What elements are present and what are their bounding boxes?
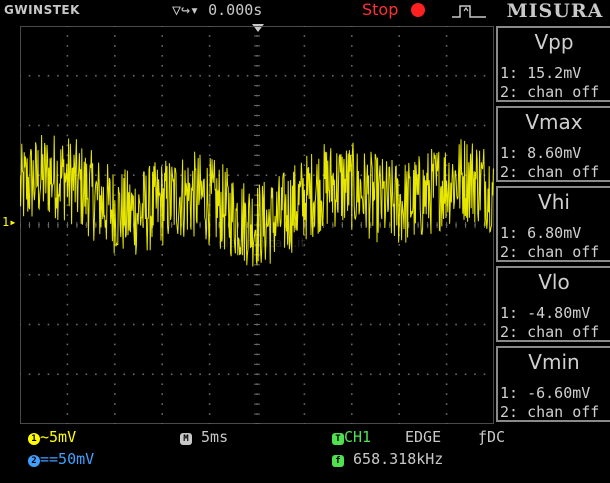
measure-box-vpp[interactable]: Vpp 1: 15.2mV 2: chan off — [496, 26, 610, 102]
measure-name: Vlo — [538, 270, 570, 294]
menu-title: MISURA — [506, 0, 604, 22]
ch2-badge-icon: 2 — [28, 455, 40, 467]
measure-ch1-value: 1: -6.60mV — [500, 384, 591, 402]
brand-logo: GWINSTEK — [4, 3, 80, 17]
measure-ch2-value: 2: chan off — [500, 163, 600, 181]
trigger-edge-icon — [452, 5, 486, 18]
trigger-type[interactable]: EDGE — [405, 428, 441, 446]
frequency-badge-icon: f — [332, 455, 344, 467]
measure-name: Vmax — [525, 110, 583, 134]
measure-ch1-value: 1: 15.2mV — [500, 64, 582, 82]
measure-ch2-value: 2: chan off — [500, 323, 600, 341]
top-status-bar: GWINSTEK ▽↪▾ 0.000s Stop MISURA — [0, 0, 610, 22]
measure-ch2-value: 2: chan off — [500, 243, 600, 261]
measure-box-vmin[interactable]: Vmin 1: -6.60mV 2: chan off — [496, 346, 610, 422]
timebase-badge-icon: M — [180, 433, 192, 445]
timebase-value: 5ms — [201, 428, 229, 446]
measure-name: Vpp — [534, 30, 574, 54]
watermark: elettronicain.it — [218, 236, 306, 250]
measurement-side-panel: Vpp 1: 15.2mV 2: chan off Vmax 1: 8.60mV… — [496, 24, 610, 426]
measure-box-vmax[interactable]: Vmax 1: 8.60mV 2: chan off — [496, 106, 610, 182]
measure-ch2-value: 2: chan off — [500, 83, 600, 101]
measure-box-vhi[interactable]: Vhi 1: 6.80mV 2: chan off — [496, 186, 610, 262]
ch1-ground-marker[interactable]: 1▸ — [2, 215, 16, 229]
stop-indicator-icon — [411, 3, 425, 17]
frequency-readout: f 658.318kHz — [332, 450, 443, 468]
bottom-status-bar: 1 ~5mV 2 ==50mV M 5ms T CH1 EDGE ƒDC f 658.… — [0, 426, 610, 483]
measure-name: Vmin — [528, 350, 580, 374]
run-state-label[interactable]: Stop — [362, 0, 398, 19]
oscilloscope-screen: GWINSTEK ▽↪▾ 0.000s Stop MISURA 1▸ elett… — [0, 0, 610, 483]
ch2-scale-value: ==50mV — [40, 450, 95, 468]
ch1-scale-value: ~5mV — [40, 428, 77, 446]
ch2-scale-readout[interactable]: 2 ==50mV — [28, 450, 94, 468]
timebase-readout[interactable]: M 5ms — [180, 428, 228, 446]
trigger-badge-icon: T — [332, 433, 344, 445]
frequency-value: 658.318kHz — [353, 450, 444, 468]
measure-ch2-value: 2: chan off — [500, 403, 600, 421]
measure-box-vlo[interactable]: Vlo 1: -4.80mV 2: chan off — [496, 266, 610, 342]
trigger-source: CH1 — [344, 428, 372, 446]
measure-ch1-value: 1: 6.80mV — [500, 224, 582, 242]
measure-ch1-value: 1: -4.80mV — [500, 304, 591, 322]
trigger-position-readout: ▽↪▾ 0.000s — [172, 1, 263, 19]
measure-name: Vhi — [538, 190, 570, 214]
ch1-scale-readout[interactable]: 1 ~5mV — [28, 428, 76, 446]
ch1-badge-icon: 1 — [28, 433, 40, 445]
measure-ch1-value: 1: 8.60mV — [500, 144, 582, 162]
trigger-coupling[interactable]: ƒDC — [478, 428, 505, 446]
ch1-waveform-trace — [20, 134, 494, 267]
trigger-readout[interactable]: T CH1 — [332, 428, 371, 446]
